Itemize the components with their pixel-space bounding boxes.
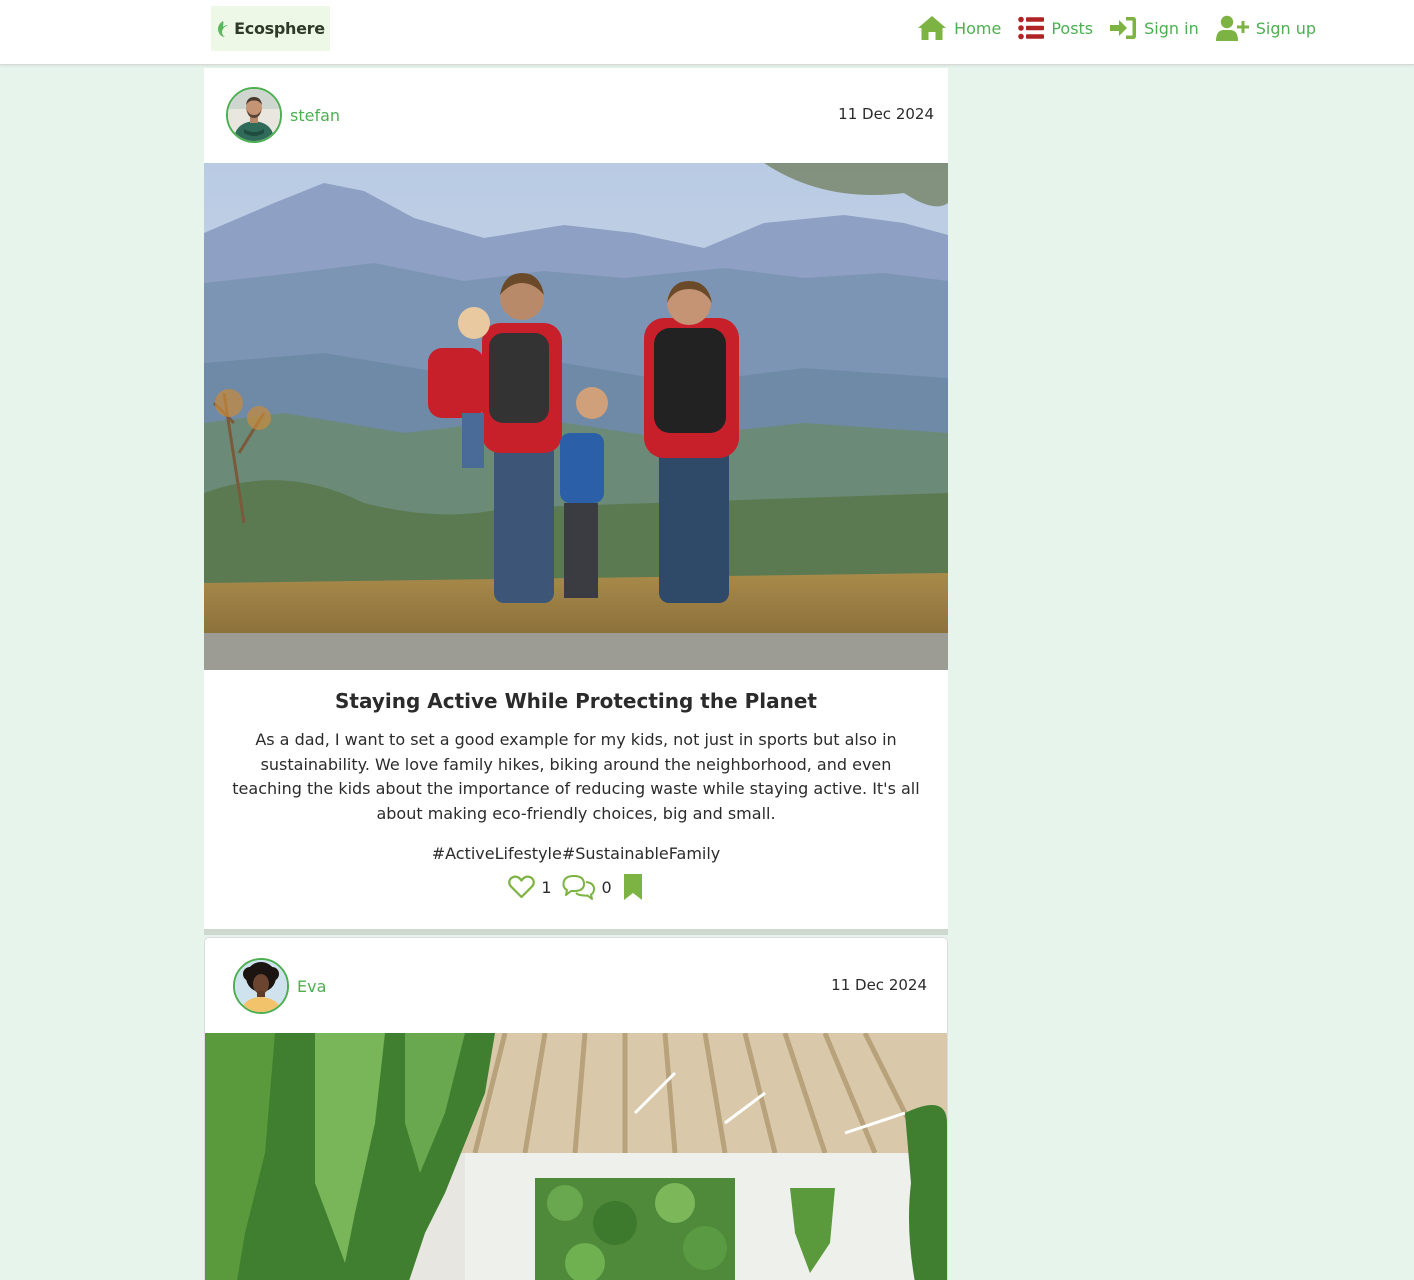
bookmark-button[interactable] xyxy=(622,873,644,901)
user-plus-icon xyxy=(1215,15,1249,41)
comment-count: 0 xyxy=(601,877,612,897)
author-name: stefan xyxy=(290,105,341,125)
nav-home-label: Home xyxy=(954,18,1002,38)
navbar: Ecosphere Home Posts Sign in Sign up xyxy=(0,0,1414,65)
logo-text: Ecosphere xyxy=(234,19,325,38)
bookmark-icon xyxy=(623,874,642,900)
comment-button[interactable] xyxy=(561,874,596,900)
logo[interactable]: Ecosphere xyxy=(211,6,330,51)
green-office-photo xyxy=(205,1033,947,1280)
post-divider xyxy=(204,929,948,935)
nav-sign-up-label: Sign up xyxy=(1255,18,1316,38)
list-icon xyxy=(1018,16,1045,40)
nav-sign-up[interactable]: Sign up xyxy=(1215,15,1316,41)
nav-sign-in-label: Sign in xyxy=(1144,18,1199,38)
post-card: stefan 11 Dec 2024 Staying Active While … xyxy=(204,68,948,929)
family-hiking-photo xyxy=(204,163,948,670)
post-date: 11 Dec 2024 xyxy=(831,976,927,994)
nav-links: Home Posts Sign in Sign up xyxy=(917,12,1316,44)
nav-posts[interactable]: Posts xyxy=(1018,16,1093,40)
nav-posts-label: Posts xyxy=(1051,18,1094,38)
nav-home[interactable]: Home xyxy=(917,15,1001,41)
post-image[interactable] xyxy=(205,1033,947,1280)
post-tags[interactable]: #ActiveLifestyle#SustainableFamily xyxy=(204,844,948,863)
like-button[interactable] xyxy=(508,875,536,899)
nav-sign-in[interactable]: Sign in xyxy=(1110,16,1199,40)
post-body: As a dad, I want to set a good example f… xyxy=(232,730,920,823)
avatar xyxy=(226,87,282,143)
comments-icon xyxy=(561,875,595,900)
home-icon xyxy=(918,16,947,40)
post-image[interactable] xyxy=(204,163,948,670)
post-actions: 1 0 xyxy=(204,873,948,901)
post-title: Staying Active While Protecting the Plan… xyxy=(335,689,817,713)
author-name: Eva xyxy=(297,976,327,996)
post-card: Eva 11 Dec 2024 xyxy=(204,937,948,1280)
post-author[interactable]: stefan xyxy=(226,87,340,143)
post-author[interactable]: Eva xyxy=(233,958,326,1014)
avatar xyxy=(233,958,289,1014)
heart-icon xyxy=(508,875,536,899)
like-count: 1 xyxy=(541,877,552,897)
post-date: 11 Dec 2024 xyxy=(838,105,934,123)
sign-in-icon xyxy=(1110,17,1137,39)
leaf-logo-icon xyxy=(218,20,229,37)
